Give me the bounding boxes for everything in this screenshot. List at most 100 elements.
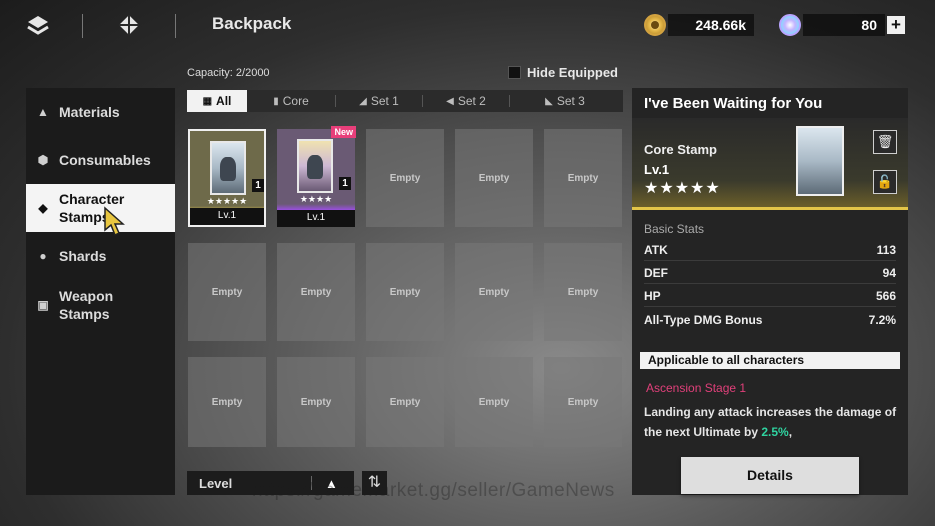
page-title: Backpack: [212, 14, 292, 33]
stamp-art: [796, 126, 844, 196]
empty-slot[interactable]: Empty: [455, 243, 533, 341]
hide-equipped-label: Hide Equipped: [527, 65, 618, 80]
gem-amount: 80: [803, 14, 885, 36]
stat-name: All-Type DMG Bonus: [644, 313, 763, 327]
checkbox-icon[interactable]: [508, 66, 521, 79]
stat-value: 7.2%: [868, 313, 896, 327]
divider: [644, 283, 896, 284]
sidebar-item-weapon-stamps[interactable]: ▣ Weapon Stamps: [26, 286, 175, 324]
pointer-cursor-icon: [101, 206, 129, 243]
materials-icon: ▲: [37, 105, 49, 119]
stat-name: ATK: [644, 243, 668, 257]
stat-name: HP: [644, 289, 661, 303]
star-rating: ★★★★★: [644, 180, 721, 197]
tab-set-3[interactable]: ◣ Set 3: [510, 90, 620, 112]
tab-label: Set 3: [556, 94, 585, 108]
gem-currency: 80 +: [779, 13, 909, 37]
divider: [82, 14, 83, 38]
empty-slot[interactable]: Empty: [366, 243, 444, 341]
detail-panel: I've Been Waiting for You Core Stamp Lv.…: [632, 88, 908, 495]
stat-row: HP 566: [644, 289, 896, 303]
unlock-icon[interactable]: 🔓: [873, 170, 897, 194]
set-1-icon: ◢: [359, 95, 367, 107]
empty-slot[interactable]: Empty: [277, 357, 355, 447]
sidebar-item-materials[interactable]: ▲ Materials: [26, 102, 175, 122]
star-rating: ★★★★: [299, 194, 333, 204]
shards-icon: ●: [39, 249, 47, 263]
tab-core[interactable]: ▮ Core: [247, 90, 335, 112]
stamp-art: [297, 139, 333, 193]
tab-set-1[interactable]: ◢ Set 1: [336, 90, 422, 112]
empty-slot[interactable]: Empty: [544, 129, 622, 227]
stamp-card[interactable]: New 1 ★★★★ Lv.1: [277, 126, 356, 227]
star-rating: ★★★★★: [206, 196, 248, 206]
divider: [175, 14, 176, 38]
stat-row: All-Type DMG Bonus 7.2%: [644, 313, 896, 327]
level-label: Lv.1: [277, 210, 355, 227]
empty-slot[interactable]: Empty: [366, 357, 444, 447]
details-button[interactable]: Details: [681, 457, 859, 494]
tab-label: Set 1: [370, 94, 399, 108]
tab-set-2[interactable]: ◀ Set 2: [423, 90, 509, 112]
empty-slot[interactable]: Empty: [455, 357, 533, 447]
ascension-stage: Ascension Stage 1: [646, 381, 747, 395]
stats-heading: Basic Stats: [644, 222, 705, 236]
detail-header: Core Stamp Lv.1 ★★★★★ 🗑 🔓: [632, 118, 908, 210]
stat-value: 566: [875, 289, 896, 303]
watermark: https://gamemarket.gg/seller/GameNews: [252, 480, 615, 501]
stat-row: DEF 94: [644, 266, 896, 280]
stamp-type: Core Stamp: [644, 142, 717, 157]
trash-icon[interactable]: 🗑: [873, 130, 897, 154]
tab-label: Core: [282, 94, 309, 108]
empty-slot[interactable]: Empty: [366, 129, 444, 227]
empty-slot[interactable]: Empty: [544, 357, 622, 447]
grid-icon: ▦: [202, 95, 213, 107]
filter-tabs: ▦ All ▮ Core ◢ Set 1 ◀ Set 2 ◣ Set 3: [187, 90, 623, 112]
divider: [644, 260, 896, 261]
consumables-icon: ⬢: [37, 153, 49, 167]
sidebar-item-label: Consumables: [59, 152, 151, 168]
sidebar-item-shards[interactable]: ● Shards: [26, 246, 175, 266]
stamp-title: I've Been Waiting for You: [644, 95, 823, 112]
stat-value: 113: [876, 243, 896, 257]
gold-currency: 248.66k: [644, 13, 754, 37]
set-2-icon: ◀: [446, 95, 454, 107]
sidebar-item-consumables[interactable]: ⬢ Consumables: [26, 150, 175, 170]
sidebar-item-label: Materials: [59, 104, 120, 120]
highlight-value: 2.5%: [761, 425, 789, 439]
new-badge: New: [331, 126, 356, 138]
empty-slot[interactable]: Empty: [544, 243, 622, 341]
empty-slot[interactable]: Empty: [277, 243, 355, 341]
stat-row: ATK 113: [644, 243, 896, 257]
stamp-level: Lv.1: [644, 162, 670, 177]
tab-label: All: [216, 94, 232, 108]
sidebar-item-label: Weapon Stamps: [59, 288, 114, 322]
divider: [644, 306, 896, 307]
tab-all[interactable]: ▦ All: [187, 90, 247, 112]
home-icon[interactable]: [117, 13, 141, 41]
quantity-badge: 1: [252, 179, 264, 192]
set-3-icon: ◣: [545, 95, 553, 107]
applicable-banner: Applicable to all characters: [640, 352, 900, 369]
stamp-art: [210, 141, 246, 195]
hide-equipped-toggle[interactable]: Hide Equipped: [508, 65, 618, 80]
gold-amount: 248.66k: [668, 14, 754, 36]
quantity-badge: 1: [339, 177, 351, 190]
gem-icon: [779, 14, 801, 36]
stat-name: DEF: [644, 266, 668, 280]
weapon-stamps-icon: ▣: [37, 298, 49, 312]
menu-icon[interactable]: [26, 14, 50, 40]
empty-slot[interactable]: Empty: [188, 243, 266, 341]
gold-coin-icon: [644, 14, 666, 36]
stamp-card[interactable]: 1 ★★★★★ Lv.1: [188, 129, 266, 227]
effect-description: Landing any attack increases the damage …: [644, 402, 900, 442]
empty-slot[interactable]: Empty: [455, 129, 533, 227]
empty-slot[interactable]: Empty: [188, 357, 266, 447]
stat-value: 94: [882, 266, 896, 280]
level-label: Lv.1: [190, 208, 264, 225]
add-gems-button[interactable]: +: [887, 16, 905, 34]
category-sidebar: ▲ Materials ⬢ Consumables ◆ Character St…: [26, 88, 175, 495]
description-text: ,: [788, 425, 793, 439]
sidebar-item-label: Shards: [59, 248, 107, 264]
core-icon: ▮: [273, 95, 279, 107]
